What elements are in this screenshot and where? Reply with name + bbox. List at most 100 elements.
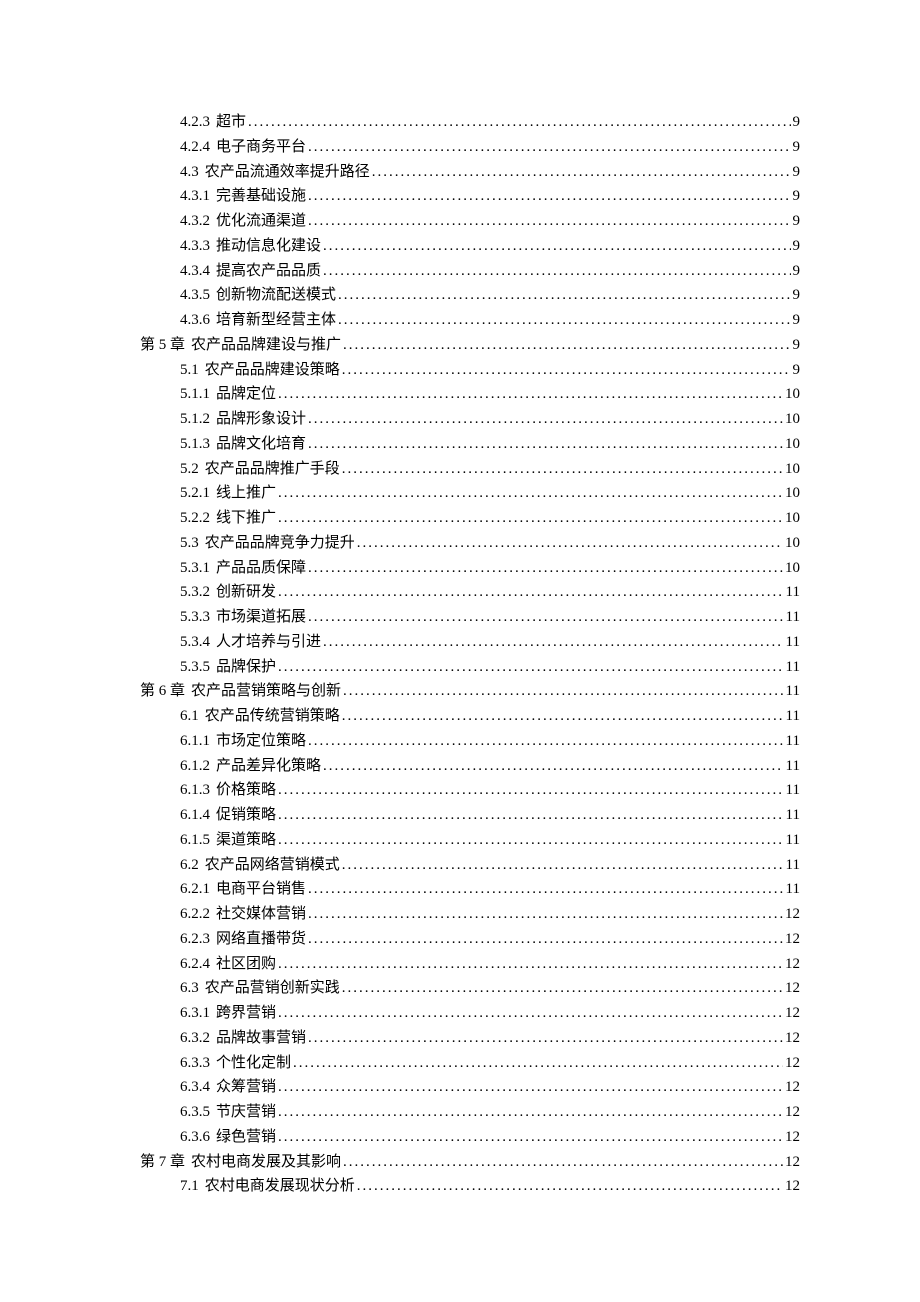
- toc-number: 6.2.3: [180, 931, 210, 947]
- toc-title: 农产品品牌建设策略: [205, 362, 340, 378]
- toc-number: 5.2.1: [180, 485, 210, 501]
- toc-title: 人才培养与引进: [216, 634, 321, 650]
- toc-number: 5.3.1: [180, 560, 210, 576]
- toc-title: 电商平台销售: [216, 881, 306, 897]
- toc-entry: 第 6 章农产品营销策略与创新11: [140, 679, 800, 704]
- toc-number: 6.2.4: [180, 956, 210, 972]
- toc-page-number: 9: [793, 283, 801, 308]
- toc-title: 社交媒体营销: [216, 906, 306, 922]
- toc-title: 培育新型经营主体: [216, 312, 336, 328]
- toc-page-number: 12: [785, 927, 800, 952]
- toc-entry: 6.1.4促销策略11: [140, 803, 800, 828]
- toc-label: 4.3.6 培育新型经营主体: [180, 308, 336, 333]
- toc-page-number: 12: [785, 1150, 800, 1175]
- toc-label: 第 7 章农村电商发展及其影响: [140, 1150, 341, 1175]
- toc-number: 6.1.1: [180, 733, 210, 749]
- toc-entry: 6.1.3价格策略11: [140, 778, 800, 803]
- toc-page-number: 9: [793, 234, 801, 259]
- toc-number: 4.2.3: [180, 114, 210, 130]
- toc-page-number: 11: [786, 605, 800, 630]
- toc-title: 绿色营销: [216, 1129, 276, 1145]
- toc-leader: [308, 407, 783, 432]
- toc-number: 6.3.2: [180, 1030, 210, 1046]
- toc-entry: 6.3农产品营销创新实践 12: [140, 976, 800, 1001]
- toc-leader: [308, 927, 783, 952]
- toc-number: 6.1.2: [180, 758, 210, 774]
- toc-page-number: 12: [785, 976, 800, 1001]
- toc-number: 7.1: [180, 1178, 199, 1194]
- toc-label: 6.2.2社交媒体营销: [180, 902, 306, 927]
- toc-entry: 7.1农村电商发展现状分析12: [140, 1174, 800, 1199]
- toc-page-number: 10: [785, 432, 800, 457]
- toc-number: 4.3.3: [180, 238, 210, 254]
- toc-title: 农村电商发展及其影响: [191, 1154, 341, 1170]
- toc-entry: 5.3.4人才培养与引进11: [140, 630, 800, 655]
- toc-leader: [278, 580, 784, 605]
- toc-page-number: 12: [785, 1174, 800, 1199]
- toc-label: 6.3.2 品牌故事营销: [180, 1026, 306, 1051]
- toc-entry: 5.1.1品牌定位10: [140, 382, 800, 407]
- toc-number: 4.3.4: [180, 263, 210, 279]
- toc-title: 品牌保护: [216, 659, 276, 675]
- toc-number: 5.3: [180, 535, 199, 551]
- toc-leader: [308, 556, 783, 581]
- toc-title: 推动信息化建设: [216, 238, 321, 254]
- toc-label: 6.2.4社区团购: [180, 952, 276, 977]
- toc-entry: 6.2.1电商平台销售11: [140, 877, 800, 902]
- toc-page-number: 9: [793, 184, 801, 209]
- toc-label: 5.3.2 创新研发: [180, 580, 276, 605]
- toc-title: 创新研发: [216, 584, 276, 600]
- toc-label: 6.3农产品营销创新实践: [180, 976, 340, 1001]
- toc-number: 5.1.1: [180, 386, 210, 402]
- toc-number: 第 7 章: [140, 1154, 185, 1170]
- toc-leader: [308, 432, 783, 457]
- toc-page-number: 11: [786, 754, 800, 779]
- toc-leader: [278, 655, 784, 680]
- toc-page-number: 11: [786, 853, 800, 878]
- toc-page-number: 12: [785, 1075, 800, 1100]
- toc-label: 6.2.3网络直播带货: [180, 927, 306, 952]
- toc-label: 4.3.3 推动信息化建设: [180, 234, 321, 259]
- toc-page-number: 11: [786, 877, 800, 902]
- toc-leader: [308, 902, 783, 927]
- toc-title: 个性化定制: [216, 1055, 291, 1071]
- toc-leader: [308, 729, 784, 754]
- toc-leader: [308, 184, 790, 209]
- toc-title: 市场渠道拓展: [216, 609, 306, 625]
- toc-title: 品牌故事营销: [216, 1030, 306, 1046]
- toc-title: 农产品品牌建设与推广: [191, 337, 341, 353]
- toc-label: 5.1.3品牌文化培育: [180, 432, 306, 457]
- toc-label: 5.3.4人才培养与引进: [180, 630, 321, 655]
- toc-number: 4.2.4: [180, 139, 210, 155]
- toc-label: 5.2.2线下推广: [180, 506, 276, 531]
- toc-page-number: 12: [785, 902, 800, 927]
- toc-label: 5.3农产品品牌竞争力提升: [180, 531, 355, 556]
- toc-page-number: 11: [786, 655, 800, 680]
- toc-number: 6.3.3: [180, 1055, 210, 1071]
- toc-number: 5.3.3: [180, 609, 210, 625]
- toc-title: 节庆营销: [216, 1104, 276, 1120]
- toc-title: 品牌文化培育: [216, 436, 306, 452]
- toc-entry: 5.3.2创新研发11: [140, 580, 800, 605]
- toc-label: 6.1.3价格策略: [180, 778, 276, 803]
- toc-entry: 5.3.1产品品质保障10: [140, 556, 800, 581]
- toc-number: 5.3.2: [180, 584, 210, 600]
- toc-number: 5.2.2: [180, 510, 210, 526]
- toc-leader: [308, 135, 790, 160]
- toc-page-number: 11: [786, 803, 800, 828]
- toc-leader: [308, 1026, 783, 1051]
- toc-label: 6.1.5渠道策略: [180, 828, 276, 853]
- toc-title: 完善基础设施: [216, 188, 306, 204]
- toc-entry: 5.1农产品品牌建设策略9: [140, 358, 800, 383]
- toc-entry: 5.3.5品牌保护11: [140, 655, 800, 680]
- toc-leader: [323, 259, 790, 284]
- toc-leader: [278, 952, 783, 977]
- toc-leader: [278, 481, 783, 506]
- toc-leader: [343, 1150, 783, 1175]
- toc-page-number: 9: [793, 160, 801, 185]
- toc-leader: [342, 704, 784, 729]
- toc-number: 4.3.6: [180, 312, 210, 328]
- toc-page-number: 12: [785, 1051, 800, 1076]
- toc-leader: [372, 160, 791, 185]
- toc-entry: 4.3.3 推动信息化建设 9: [140, 234, 800, 259]
